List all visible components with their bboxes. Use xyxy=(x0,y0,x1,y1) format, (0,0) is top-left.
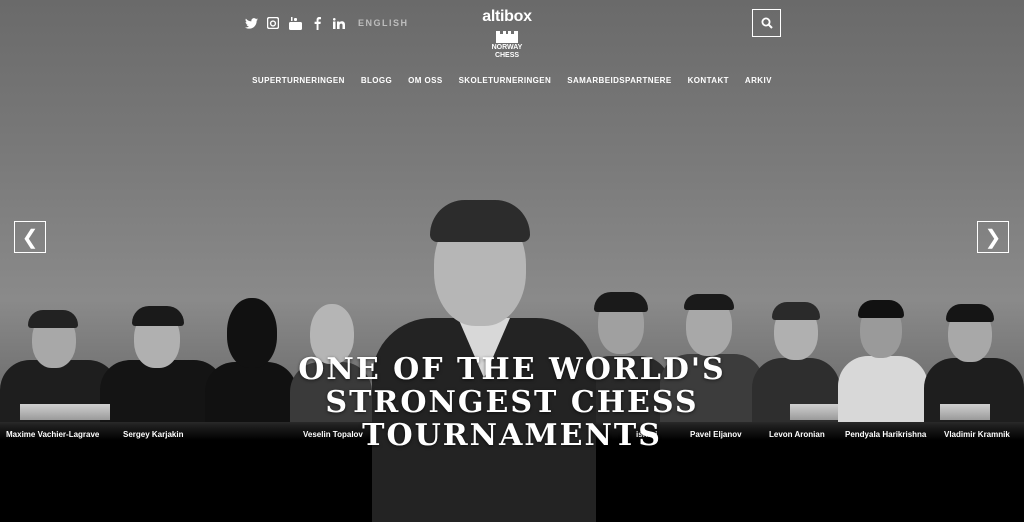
site-logo[interactable]: altibox NORWAY CHESS xyxy=(470,8,544,60)
headline-line: ONE OF THE WORLD'S xyxy=(298,352,726,387)
logo-brand: altibox xyxy=(482,8,532,25)
nav-item-blogg[interactable]: BLOGG xyxy=(361,76,392,85)
youtube-icon[interactable] xyxy=(288,16,302,30)
twitter-icon[interactable] xyxy=(244,16,258,30)
castle-icon xyxy=(496,30,518,43)
chevron-left-icon: ❮ xyxy=(21,226,39,249)
nav-item-om-oss[interactable]: OM OSS xyxy=(408,76,442,85)
nav-item-arkiv[interactable]: ARKIV xyxy=(745,76,772,85)
nav-item-skoleturneringen[interactable]: SKOLETURNERINGEN xyxy=(459,76,552,85)
search-button[interactable] xyxy=(752,9,781,37)
logo-line1: NORWAY xyxy=(491,44,523,51)
slider-prev-button[interactable]: ❮ xyxy=(14,221,46,253)
language-switch[interactable]: ENGLISH xyxy=(358,18,409,28)
nav-item-samarbeidspartnere[interactable]: SAMARBEIDSPARTNERE xyxy=(567,76,671,85)
main-nav: SUPERTURNERINGEN BLOGG OM OSS SKOLETURNE… xyxy=(0,76,1024,85)
social-links: ENGLISH xyxy=(244,16,409,30)
headline-line: STRONGEST CHESS xyxy=(325,385,699,420)
nav-item-kontakt[interactable]: KONTAKT xyxy=(688,76,729,85)
chevron-right-icon: ❯ xyxy=(984,226,1002,249)
logo-line2: CHESS xyxy=(494,52,520,59)
nav-item-superturneringen[interactable]: SUPERTURNERINGEN xyxy=(252,76,345,85)
headline-line: TOURNAMENTS xyxy=(362,418,662,453)
search-icon xyxy=(761,17,773,29)
slider-next-button[interactable]: ❯ xyxy=(977,221,1009,253)
hero-headline: ONE OF THE WORLD'S STRONGEST CHESS TOURN… xyxy=(0,353,1024,452)
linkedin-icon[interactable] xyxy=(332,16,346,30)
instagram-icon[interactable] xyxy=(266,16,280,30)
hero-slider: ENGLISH altibox NORWAY CHESS SUPERTURNER… xyxy=(0,0,1024,522)
facebook-icon[interactable] xyxy=(310,16,324,30)
